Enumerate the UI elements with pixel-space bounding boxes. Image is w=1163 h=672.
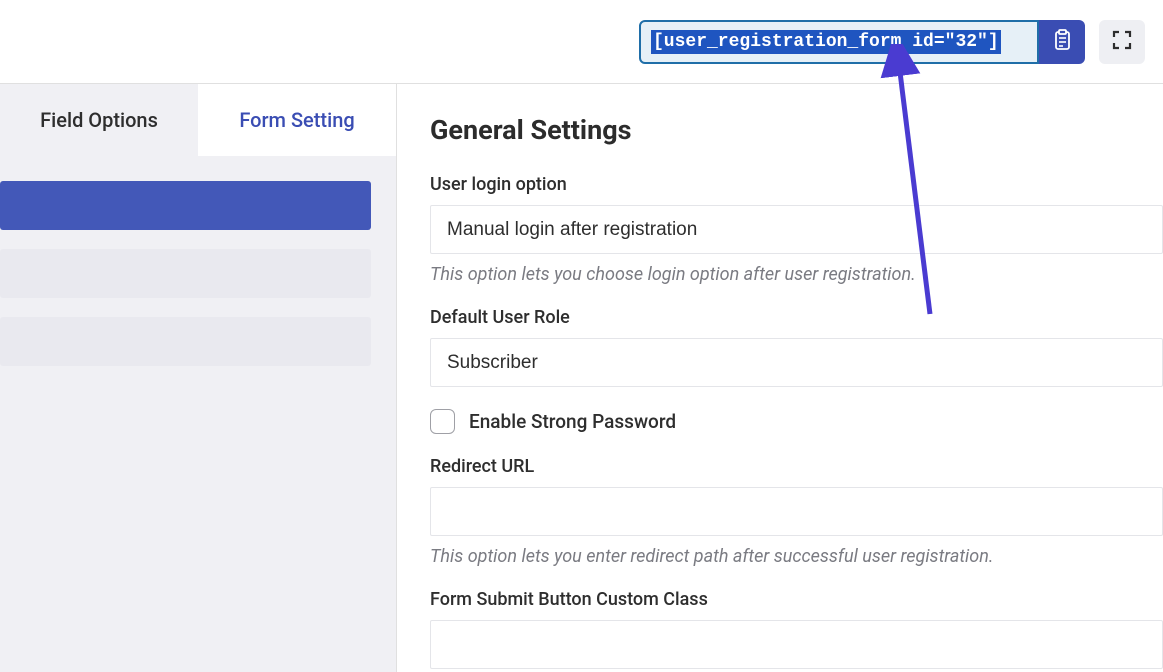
- user-login-select[interactable]: [430, 205, 1163, 254]
- field-strong-password: Enable Strong Password: [430, 409, 1163, 434]
- copy-button[interactable]: [1039, 20, 1085, 64]
- expand-button[interactable]: [1099, 20, 1145, 64]
- tab-label: Form Setting: [239, 108, 354, 132]
- field-label: Form Submit Button Custom Class: [430, 589, 1163, 610]
- tabs: Field Options Form Setting: [0, 84, 396, 156]
- shortcode-text: [user_registration_form id="32"]: [651, 30, 1001, 54]
- tab-field-options[interactable]: Field Options: [0, 84, 198, 156]
- field-label: Redirect URL: [430, 456, 1163, 477]
- sidebar-item[interactable]: [0, 317, 371, 366]
- shortcode-wrap: [user_registration_form id="32"]: [639, 20, 1085, 64]
- layout: Field Options Form Setting General Setti…: [0, 84, 1163, 672]
- field-label: User login option: [430, 174, 1163, 195]
- tab-label: Field Options: [40, 108, 158, 132]
- expand-icon: [1112, 30, 1132, 53]
- clipboard-icon: [1052, 29, 1072, 54]
- field-submit-button-class: Form Submit Button Custom Class: [430, 589, 1163, 669]
- field-label: Default User Role: [430, 307, 1163, 328]
- sidebar-item[interactable]: [0, 249, 371, 298]
- field-default-user-role: Default User Role: [430, 307, 1163, 387]
- submit-class-input[interactable]: [430, 620, 1163, 669]
- field-help: This option lets you enter redirect path…: [430, 546, 1163, 567]
- strong-password-checkbox[interactable]: [430, 409, 455, 434]
- sidebar: Field Options Form Setting: [0, 84, 397, 672]
- field-help: This option lets you choose login option…: [430, 264, 1163, 285]
- page-title: General Settings: [430, 114, 1163, 146]
- sidebar-items: [0, 156, 396, 366]
- tab-form-setting[interactable]: Form Setting: [198, 84, 396, 156]
- redirect-url-input[interactable]: [430, 487, 1163, 536]
- field-user-login-option: User login option This option lets you c…: [430, 174, 1163, 285]
- field-redirect-url: Redirect URL This option lets you enter …: [430, 456, 1163, 567]
- shortcode-input[interactable]: [user_registration_form id="32"]: [639, 20, 1039, 64]
- main-panel: General Settings User login option This …: [397, 84, 1163, 672]
- default-user-role-select[interactable]: [430, 338, 1163, 387]
- topbar: [user_registration_form id="32"]: [0, 0, 1163, 84]
- checkbox-label: Enable Strong Password: [469, 410, 676, 433]
- sidebar-item[interactable]: [0, 181, 371, 230]
